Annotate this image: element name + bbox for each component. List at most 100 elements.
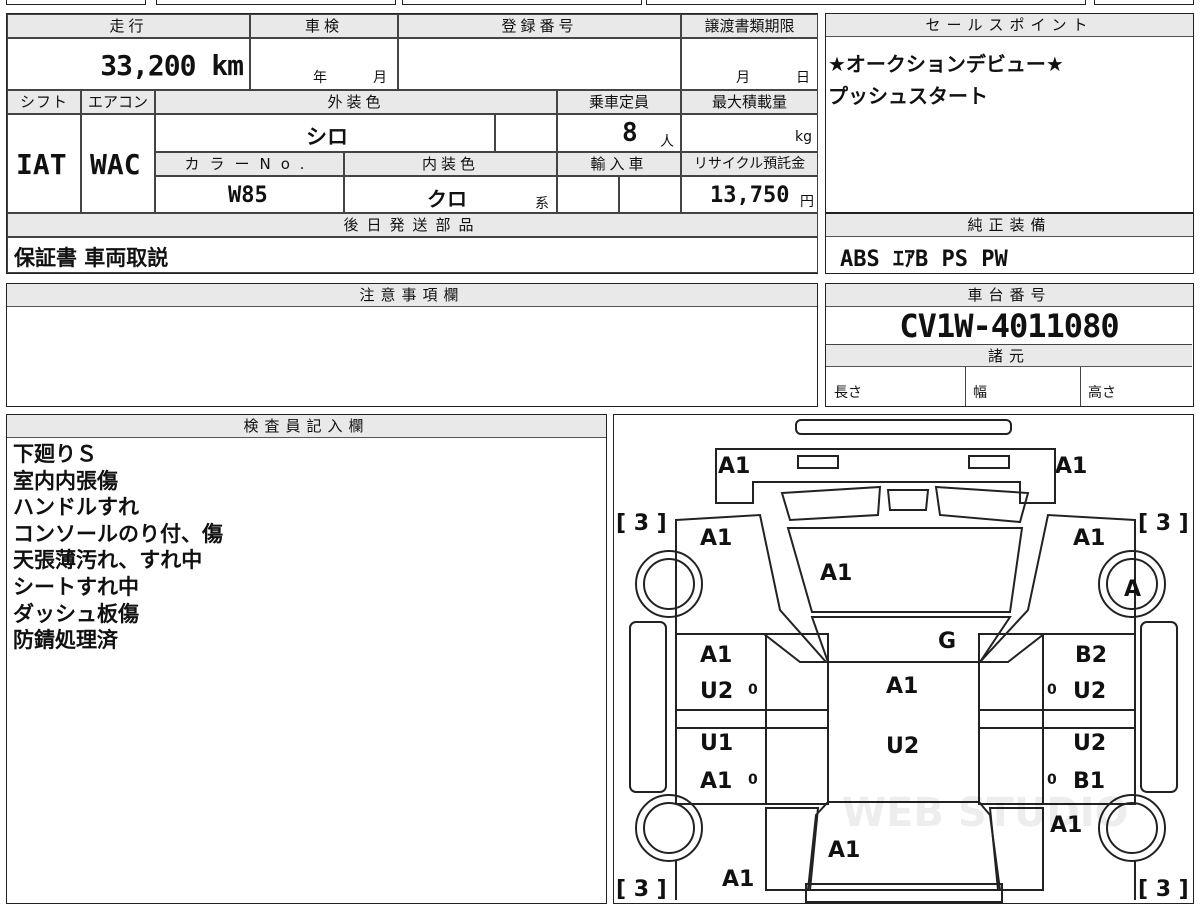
- mark-front-bumper-right: A1: [1055, 454, 1087, 479]
- vehicle-summary-table: 走行 車検 登録番号 譲渡書類期限 33,200 km 年 月 月 日 シフト …: [6, 13, 818, 274]
- mark-front-door-right-zero: 0: [1047, 682, 1057, 698]
- mark-rear-door-right-zero: 0: [1047, 772, 1057, 788]
- standard-equipment-label: 純正装備: [826, 214, 1193, 237]
- inspector-note: コンソールのり付、傷: [13, 521, 223, 546]
- mileage-label: 走行: [7, 14, 250, 38]
- mark-windshield: G: [938, 629, 956, 654]
- width-label: 幅: [973, 385, 987, 401]
- left-fender-outline: [674, 513, 828, 663]
- later-parts-label: 後日発送部品: [7, 213, 818, 237]
- mark-quarter-right: A1: [1050, 813, 1082, 838]
- shift-value: IAT: [16, 148, 67, 181]
- max-load-label: 最大積載量: [681, 90, 818, 114]
- top-strip: [6, 0, 1194, 6]
- mark-rear-bumper-left: A1: [722, 867, 754, 892]
- import-label: 輸入車: [557, 152, 681, 176]
- caution-label: 注意事項欄: [7, 284, 817, 307]
- import-cell-a: [557, 176, 619, 213]
- capacity-unit: 人: [660, 134, 674, 150]
- front-body-outline: [714, 447, 1056, 504]
- mark-fender-front-right: A1: [1073, 526, 1105, 551]
- tire-tread-rear-right: [ 3 ]: [1138, 877, 1189, 902]
- height-label: 高さ: [1088, 385, 1116, 401]
- inspector-note: シートすれ中: [13, 574, 139, 599]
- standard-equipment-value: ABS ｴｱB PS PW: [840, 247, 1008, 272]
- import-cell-b: [619, 176, 681, 213]
- color-no-value: W85: [228, 183, 268, 208]
- chassis-number: CV1W-4011080: [899, 307, 1119, 345]
- exterior-color-value: シロ: [306, 125, 348, 149]
- headlight-right: [967, 454, 1010, 469]
- mileage-cell: 33,200 km: [7, 38, 250, 90]
- vehicle-diagram-box: WEB STUDIO [ 3 ] [ 3 ] [ 3 ] [ 3 ] A1 A1…: [613, 414, 1194, 904]
- wheel-rear-left: [634, 793, 703, 862]
- mark-roof-2: U2: [886, 734, 919, 759]
- mark-rear-door-left-2: A1: [700, 769, 732, 794]
- max-load-cell: kg: [681, 114, 818, 152]
- watermark: WEB STUDIO: [842, 790, 1129, 836]
- transfer-month: 月: [736, 70, 750, 86]
- right-sill: [1139, 620, 1178, 793]
- spec-label: 諸元: [826, 345, 1192, 367]
- capacity-value: 8: [622, 118, 638, 148]
- later-parts-value: 保証書 車両取説: [14, 246, 169, 270]
- sales-point-line-2: プッシュスタート: [828, 84, 988, 108]
- chassis-label: 車台番号: [826, 284, 1193, 307]
- vehicle-diagram: WEB STUDIO [ 3 ] [ 3 ] [ 3 ] [ 3 ] A1 A1…: [616, 418, 1189, 903]
- standard-equipment-box: 純正装備 ABS ｴｱB PS PW: [825, 213, 1194, 274]
- later-parts-cell: 保証書 車両取説: [7, 237, 818, 273]
- recycle-label: リサイクル預託金: [681, 152, 818, 176]
- inspector-note: 室内内張傷: [13, 468, 118, 493]
- interior-color-label: 内装色: [344, 152, 557, 176]
- right-fender-outline: [977, 513, 1136, 663]
- mark-rear-door-left-zero: 0: [748, 772, 758, 788]
- aircon-value: WAC: [90, 148, 141, 181]
- mark-back-door: A1: [828, 838, 860, 863]
- mark-rear-door-right-1: U2: [1073, 731, 1106, 756]
- exterior-color-label: 外装色: [155, 90, 557, 114]
- recycle-unit: 円: [800, 194, 814, 210]
- interior-color-value: クロ: [427, 187, 467, 211]
- chassis-box: 車台番号 CV1W-4011080 諸元 長さ 幅 高さ: [825, 283, 1194, 407]
- headlight-left: [796, 454, 839, 469]
- capacity-label: 乗車定員: [557, 90, 681, 114]
- mark-front-door-left-2: U2: [700, 679, 733, 704]
- bonnet-panel-right: [934, 485, 1029, 523]
- mark-front-door-right-2: U2: [1073, 679, 1106, 704]
- rear-bumper-outline: [804, 882, 1003, 903]
- mark-front-door-left-1: A1: [700, 643, 732, 668]
- mark-wheel-front-right: A: [1124, 577, 1141, 602]
- caution-box: 注意事項欄: [6, 283, 818, 407]
- mark-bonnet: A1: [820, 561, 852, 586]
- wheel-front-left: [634, 549, 703, 618]
- bonnet-panel-left: [780, 485, 881, 521]
- aircon-label: エアコン: [81, 90, 155, 114]
- tire-tread-rear-left: [ 3 ]: [616, 877, 667, 902]
- color-no-label: カラーNo.: [155, 152, 344, 176]
- mark-front-door-left-zero: 0: [748, 682, 758, 698]
- capacity-cell: 8 人: [557, 114, 681, 152]
- mark-rear-door-left-1: U1: [700, 731, 733, 756]
- registration-label: 登録番号: [398, 14, 681, 38]
- sales-point-label: セールスポイント: [826, 14, 1193, 37]
- inspector-notes-label: 検査員記入欄: [7, 415, 606, 438]
- tire-tread-front-left: [ 3 ]: [616, 511, 667, 536]
- tire-tread-front-right: [ 3 ]: [1138, 511, 1189, 536]
- inspector-note: 防錆処理済: [13, 628, 118, 653]
- inspector-note: ダッシュ板傷: [13, 601, 139, 626]
- inspector-note: ハンドルすれ: [13, 495, 139, 520]
- mileage-value: 33,200 km: [100, 49, 244, 82]
- inspection-label: 車検: [250, 14, 398, 38]
- inspector-notes-list: 下廻りＳ 室内内張傷 ハンドルすれ コンソールのり付、傷 天張薄汚れ、すれ中 シ…: [13, 441, 223, 654]
- exterior-color-extra-cell: [495, 114, 557, 152]
- length-label: 長さ: [834, 385, 862, 401]
- recycle-cell: 13,750 円: [681, 176, 818, 213]
- shift-cell: IAT: [7, 114, 81, 213]
- interior-color-unit: 系: [535, 196, 549, 212]
- sales-point-box: セールスポイント ★オークションデビュー★ プッシュスタート: [825, 13, 1194, 213]
- transfer-deadline-label: 譲渡書類期限: [681, 14, 818, 38]
- front-bumper-outline: [794, 418, 1012, 435]
- exterior-color-cell: シロ: [155, 114, 495, 152]
- mark-rear-door-right-2: B1: [1073, 769, 1105, 794]
- aircon-cell: WAC: [81, 114, 155, 213]
